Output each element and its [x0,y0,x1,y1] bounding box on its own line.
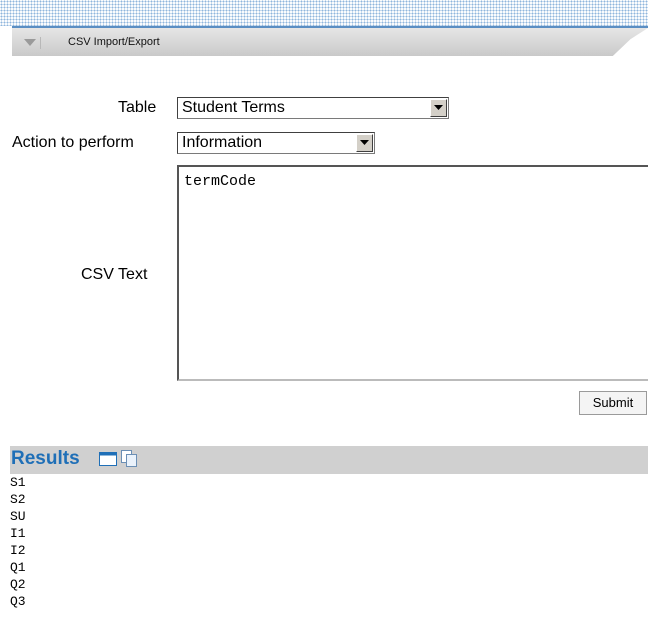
list-item: SU [10,509,26,524]
csv-text-label: CSV Text [81,266,148,283]
list-item: S1 [10,475,26,490]
table-select[interactable]: Student Terms [177,97,449,119]
action-select-value: Information [182,134,263,151]
results-list: S1 S2 SU I1 I2 Q1 Q2 Q3 [10,474,26,610]
header-tab-edge [612,28,648,56]
list-item: I2 [10,543,26,558]
results-header: Results [10,446,648,474]
list-item: Q1 [10,560,26,575]
list-item: S2 [10,492,26,507]
section-header-bar: CSV Import/Export [12,26,648,56]
list-item: Q3 [10,594,26,609]
chevron-down-icon[interactable] [356,134,373,152]
section-title: CSV Import/Export [68,36,160,48]
action-label: Action to perform [12,134,134,151]
list-item: Q2 [10,577,26,592]
results-title: Results [11,448,80,469]
table-label: Table [118,99,157,116]
collapse-arrow-icon[interactable] [22,37,41,49]
chevron-down-icon[interactable] [430,99,447,117]
action-select[interactable]: Information [177,132,375,154]
list-item: I1 [10,526,26,541]
dotted-header-band [0,0,648,26]
csv-text-area[interactable]: termCode [177,165,648,381]
copy-icon[interactable] [121,450,138,472]
submit-button[interactable]: Submit [579,391,647,415]
table-select-value: Student Terms [182,99,285,116]
window-icon[interactable] [99,452,117,471]
csv-text-value: termCode [184,173,257,190]
